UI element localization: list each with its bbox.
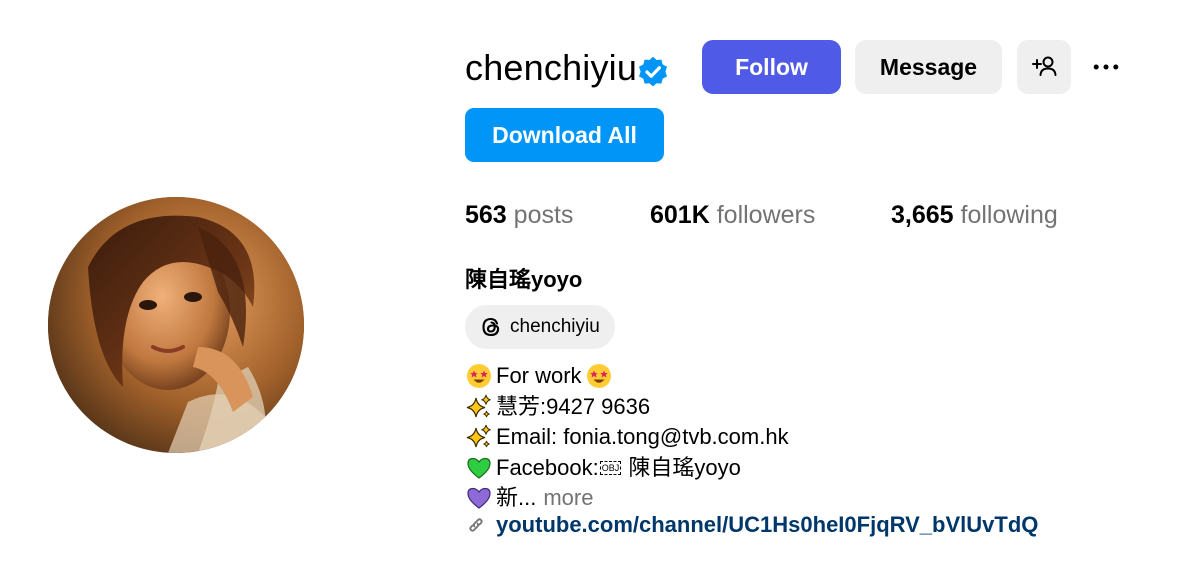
following-label: following	[960, 201, 1058, 229]
bio-work-text: For work	[496, 363, 582, 388]
bio-truncated-text: 新...	[496, 485, 537, 510]
add-user-icon	[1032, 56, 1057, 76]
bio-facebook-obj: OBJ	[599, 460, 622, 475]
profile-full-name: 陳自瑤yoyo	[465, 267, 583, 292]
sparkles-emoji-icon	[465, 393, 493, 421]
posts-label: posts	[513, 201, 574, 229]
bio-facebook-prefix: Facebook:	[496, 454, 599, 480]
more-options-icon	[1093, 64, 1119, 70]
green-heart-emoji-icon	[465, 454, 493, 482]
bio-line-facebook: Facebook: OBJ 陳自瑤yoyo	[465, 453, 789, 484]
bio-facebook-name: 陳自瑤yoyo	[622, 454, 741, 480]
profile-avatar[interactable]	[48, 197, 304, 453]
profile-link-text[interactable]: youtube.com/channel/UC1Hs0heI0FjqRV_bVlU…	[496, 512, 1038, 538]
followers-label: followers	[716, 201, 816, 229]
verified-badge-icon	[639, 56, 667, 87]
bio-email-text: Email: fonia.tong@tvb.com.hk	[496, 424, 789, 449]
posts-stat: 563 posts	[465, 198, 573, 232]
threads-profile-chip[interactable]: chenchiyiu	[465, 305, 615, 349]
sparkles-emoji-icon	[465, 423, 493, 451]
bio-line-phone: 慧芳:9427 9636	[465, 392, 789, 423]
followers-count: 601K	[650, 201, 710, 229]
profile-bio: For work 慧芳:9427 9636 Email: fonia.tong@…	[465, 361, 789, 514]
follow-button[interactable]: Follow	[702, 40, 841, 94]
bio-line-more: 新... more	[465, 483, 789, 514]
profile-page: chenchiyiu Follow Message Download All 5…	[0, 0, 1200, 564]
suggested-users-button[interactable]	[1017, 40, 1071, 94]
following-count: 3,665	[891, 201, 954, 229]
message-button[interactable]: Message	[855, 40, 1002, 94]
link-icon	[469, 518, 483, 532]
followers-stat[interactable]: 601K followers	[650, 198, 815, 232]
bio-line-email: Email: fonia.tong@tvb.com.hk	[465, 422, 789, 453]
profile-username: chenchiyiu	[465, 47, 638, 88]
star-struck-emoji-icon	[465, 362, 493, 390]
purple-heart-emoji-icon	[465, 484, 493, 512]
following-stat[interactable]: 3,665 following	[891, 198, 1058, 232]
threads-icon	[482, 317, 500, 337]
profile-external-link[interactable]: youtube.com/channel/UC1Hs0heI0FjqRV_bVlU…	[465, 512, 1038, 538]
download-all-button[interactable]: Download All	[465, 108, 664, 162]
bio-line-work: For work	[465, 361, 789, 392]
more-options-button[interactable]	[1086, 48, 1126, 86]
threads-handle: chenchiyiu	[510, 316, 600, 337]
star-struck-emoji-icon	[585, 362, 613, 390]
bio-more-link[interactable]: more	[543, 483, 593, 514]
posts-count: 563	[465, 201, 507, 229]
bio-phone-text: 慧芳:9427 9636	[496, 393, 651, 419]
